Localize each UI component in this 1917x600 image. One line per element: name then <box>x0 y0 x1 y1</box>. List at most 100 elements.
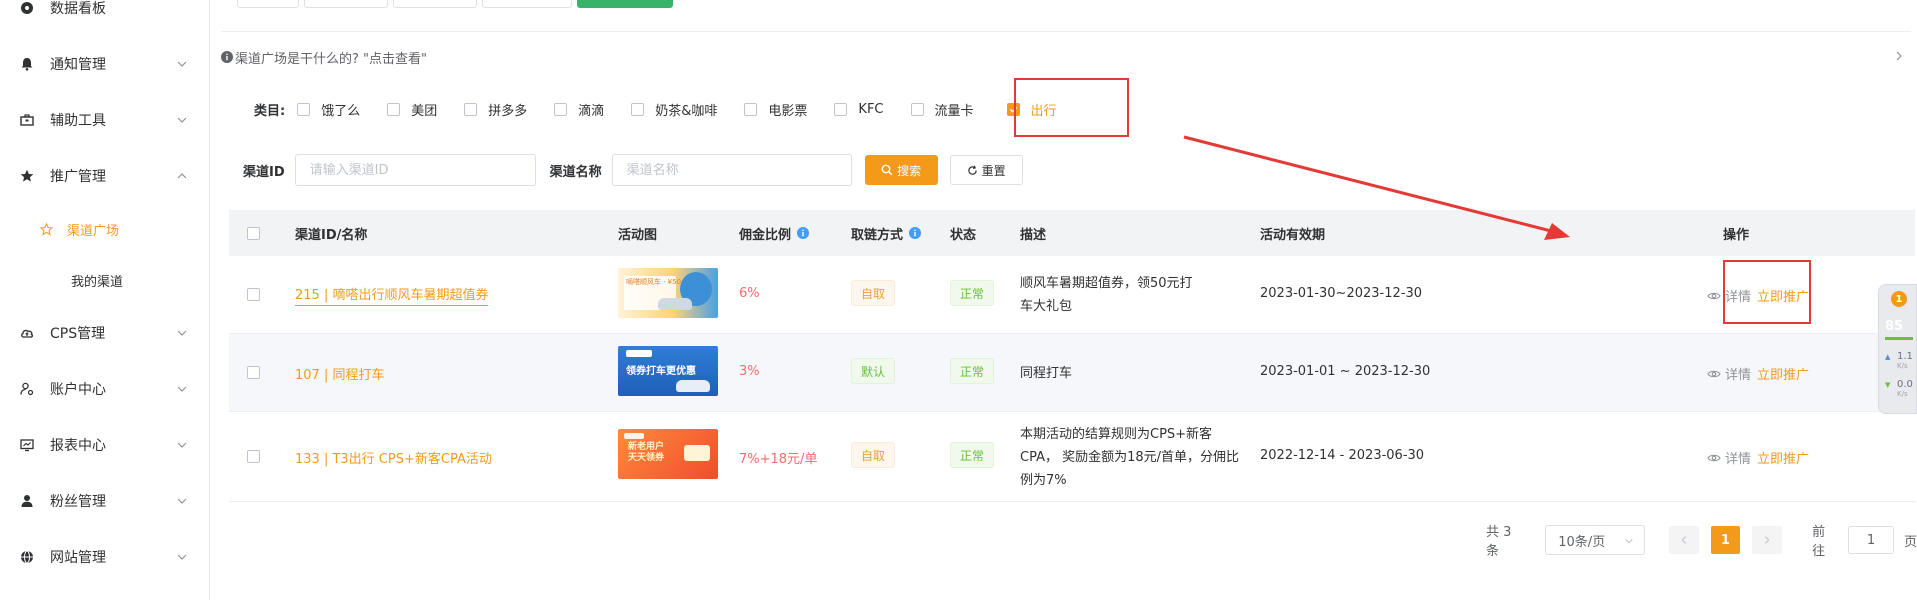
category-data-card[interactable]: 流量卡 <box>910 100 974 119</box>
sidebar-item-cps[interactable]: CPS管理 <box>0 313 210 353</box>
detail-link[interactable]: 详情 <box>1707 364 1751 383</box>
checkbox-checked[interactable] <box>1006 102 1020 116</box>
detail-link[interactable]: 详情 <box>1707 286 1751 305</box>
sidebar-item-tools[interactable]: 辅助工具 <box>0 100 210 140</box>
checkbox[interactable] <box>910 102 924 116</box>
checkbox[interactable] <box>387 102 401 116</box>
channel-name-input[interactable] <box>611 154 852 186</box>
category-travel[interactable]: 出行 <box>1006 100 1057 119</box>
sidebar-item-notifications[interactable]: 通知管理 <box>0 44 210 84</box>
sidebar-item-reports[interactable]: 报表中心 <box>0 425 210 465</box>
promote-now-link[interactable]: 立即推广 <box>1757 448 1809 467</box>
period-cell: 2023-01-30~2023-12-30 <box>1260 286 1422 301</box>
page-size-value: 10条/页 <box>1558 534 1606 550</box>
activity-image-cell: 嘀嗒顺风车 · ¥50 <box>618 268 718 318</box>
category-text: 美团 <box>411 103 438 119</box>
chevron-right-icon <box>1765 536 1770 544</box>
chevron-right-icon <box>1896 51 1902 61</box>
checkbox[interactable] <box>744 102 758 116</box>
select-all-checkbox[interactable] <box>247 226 260 240</box>
sidebar-subitem-channel-square[interactable]: 渠道广场 <box>0 209 210 249</box>
next-page-button[interactable] <box>1752 526 1783 554</box>
top-filter-control[interactable] <box>237 0 299 8</box>
search-button[interactable]: 搜索 <box>864 155 938 185</box>
top-filter-control[interactable] <box>393 0 477 8</box>
sidebar-item-website[interactable]: 网站管理 <box>0 537 210 577</box>
activity-image[interactable]: 新老用户 天天领券 <box>618 429 718 479</box>
link-method-tag: 默认 <box>851 358 896 384</box>
info-icon[interactable] <box>909 227 922 239</box>
row-checkbox[interactable] <box>247 288 260 301</box>
page-size-select[interactable]: 10条/页 <box>1545 525 1645 555</box>
checkbox[interactable] <box>834 102 848 116</box>
category-eleme[interactable]: 饿了么 <box>297 100 360 119</box>
checkbox[interactable] <box>464 102 478 116</box>
category-tea-coffee[interactable]: 奶茶&咖啡 <box>631 100 717 119</box>
row-checkbox[interactable] <box>247 366 260 379</box>
table-row: 215 | 嘀嗒出行顺风车暑期超值券 嘀嗒顺风车 · ¥50 6% 自取 正常 … <box>229 256 1915 334</box>
eye-icon <box>1707 454 1721 461</box>
category-meituan[interactable]: 美团 <box>387 100 437 119</box>
category-movie[interactable]: 电影票 <box>744 100 807 119</box>
ratio-cell: 3% <box>739 364 760 379</box>
category-text: 流量卡 <box>934 103 974 119</box>
checkbox[interactable] <box>554 102 568 116</box>
sidebar-item-label: 粉丝管理 <box>50 494 106 510</box>
checkbox[interactable] <box>297 102 311 116</box>
top-green-button[interactable] <box>577 0 673 8</box>
channel-id-label: 渠道ID <box>243 164 285 180</box>
header-ratio: 佣金比例 <box>739 210 810 256</box>
category-text: 滴滴 <box>578 103 605 119</box>
widget-upload-unit: K/s <box>1897 362 1908 370</box>
description-text: 本期活动的结算规则为CPS+新客CPA， 奖励金额为18元/首单，分佣比例为7% <box>1020 427 1240 488</box>
goto-page-input[interactable] <box>1847 526 1894 554</box>
chevron-down-icon <box>177 330 187 336</box>
reset-button[interactable]: 重置 <box>949 155 1023 185</box>
ratio-cell: 6% <box>739 286 760 301</box>
cloud-icon <box>20 326 34 340</box>
prev-page-button[interactable] <box>1668 526 1699 554</box>
channel-name-link[interactable]: 107 | 同程打车 <box>295 364 384 383</box>
channel-name-label: 渠道名称 <box>549 164 602 180</box>
info-icon <box>221 51 233 63</box>
row-checkbox[interactable] <box>247 450 260 463</box>
page-number-current[interactable]: 1 <box>1710 526 1741 554</box>
channel-name-link[interactable]: 215 | 嘀嗒出行顺风车暑期超值券 <box>295 284 489 306</box>
top-filter-bar <box>221 0 1911 32</box>
top-filter-control[interactable] <box>482 0 572 8</box>
help-notice[interactable]: 渠道广场是干什么的? "点击查看" <box>221 40 1911 74</box>
info-icon[interactable] <box>797 227 810 239</box>
category-didi[interactable]: 滴滴 <box>554 100 604 119</box>
activity-image-cell: 新老用户 天天领券 <box>618 429 718 479</box>
top-filter-control[interactable] <box>304 0 388 8</box>
channel-id-input[interactable] <box>294 154 536 186</box>
sidebar-item-dashboard[interactable]: 数据看板 <box>0 0 210 28</box>
sidebar-item-label: 通知管理 <box>50 57 106 73</box>
detail-label: 详情 <box>1725 368 1752 383</box>
sidebar-item-label: 数据看板 <box>50 1 106 17</box>
activity-image-caption: 领券打车更优惠 <box>626 366 696 377</box>
checkbox[interactable] <box>631 102 645 116</box>
activity-image[interactable]: 嘀嗒顺风车 · ¥50 <box>618 268 718 318</box>
sidebar-item-promotion[interactable]: 推广管理 <box>0 156 210 196</box>
network-monitor-widget[interactable]: 1 85 ▲ 1.1 K/s ▼ 0.0 K/s <box>1878 284 1917 414</box>
report-icon <box>20 438 34 452</box>
promote-now-link[interactable]: 立即推广 <box>1757 286 1809 305</box>
channel-name-link[interactable]: 133 | T3出行 CPS+新客CPA活动 <box>295 448 492 467</box>
sidebar-item-label: 报表中心 <box>50 438 106 454</box>
activity-image[interactable]: 领券打车更优惠 <box>618 346 718 396</box>
category-text: KFC <box>858 101 884 117</box>
sidebar-item-fans[interactable]: 粉丝管理 <box>0 481 210 521</box>
detail-link[interactable]: 详情 <box>1707 448 1751 467</box>
sidebar-subitem-my-channels[interactable]: 我的渠道 <box>0 260 210 300</box>
promote-now-link[interactable]: 立即推广 <box>1757 364 1809 383</box>
star-icon <box>20 169 34 183</box>
category-text: 出行 <box>1030 103 1057 119</box>
sidebar-item-account[interactable]: 账户中心 <box>0 369 210 409</box>
category-pinduoduo[interactable]: 拼多多 <box>464 100 527 119</box>
validity-period: 2023-01-01 ~ 2023-12-30 <box>1260 364 1431 379</box>
category-kfc[interactable]: KFC <box>834 101 884 117</box>
reset-button-label: 重置 <box>981 163 1006 178</box>
header-image: 活动图 <box>618 227 658 243</box>
search-icon <box>881 164 893 176</box>
